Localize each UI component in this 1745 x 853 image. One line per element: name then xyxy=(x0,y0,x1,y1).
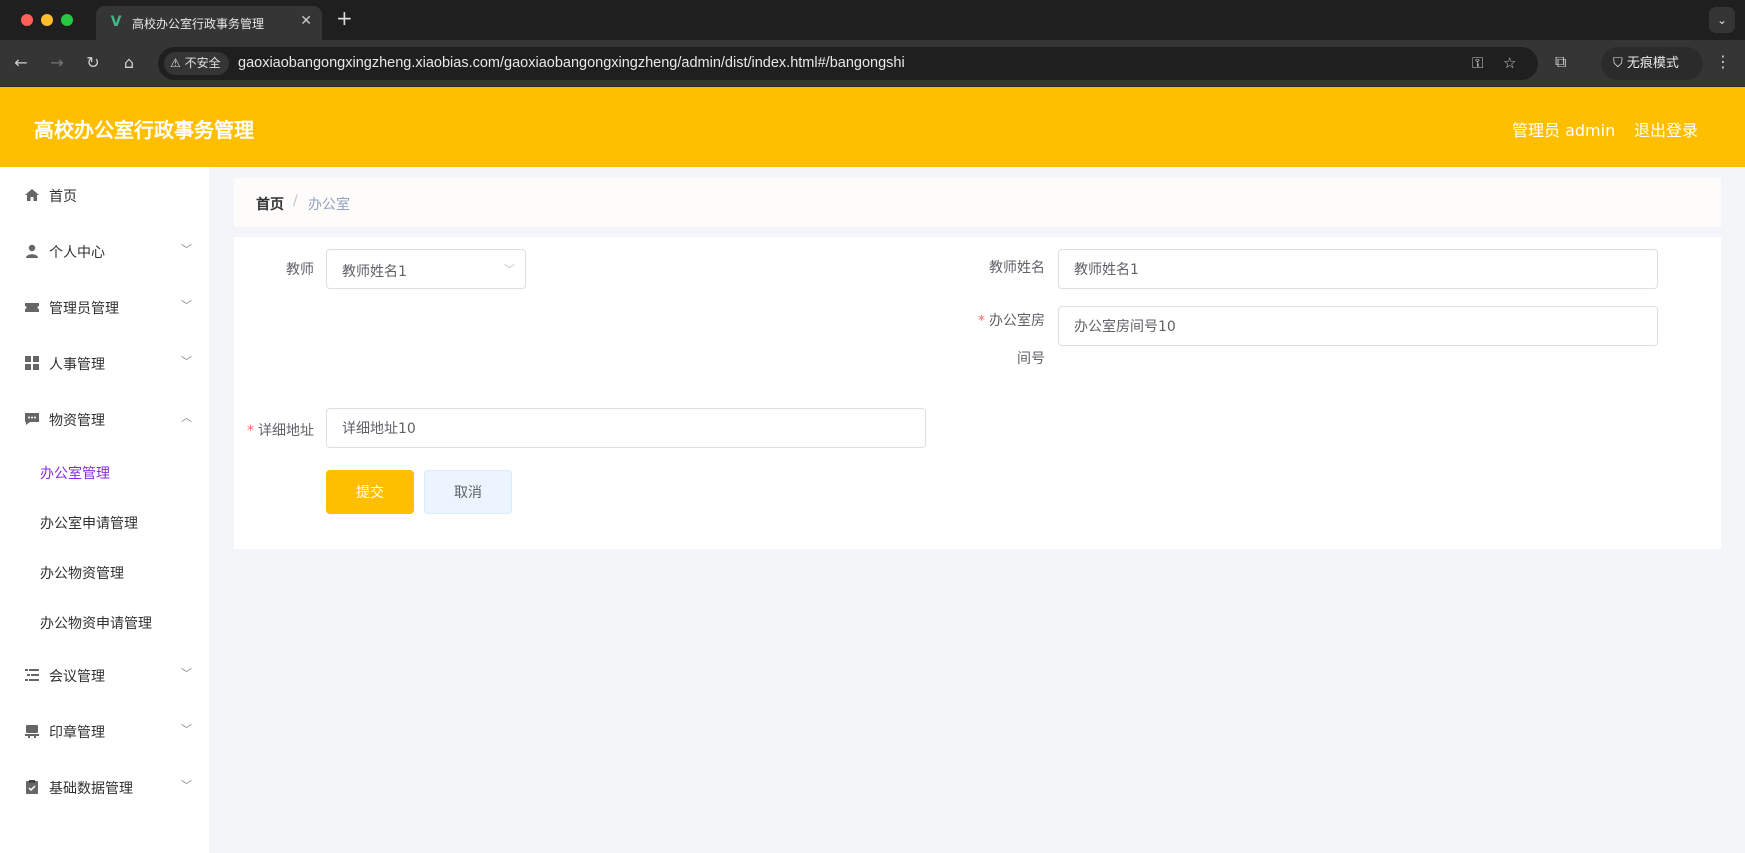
sidebar-item-label: 人事管理 xyxy=(49,357,105,373)
sidebar-subitem-label: 办公室申请管理 xyxy=(40,516,138,532)
teacher-name-label: 教师姓名 xyxy=(989,260,1045,276)
required-mark: * xyxy=(247,423,254,439)
new-tab-icon[interactable]: + xyxy=(336,8,353,28)
list-icon xyxy=(25,669,39,681)
sidebar-item-meeting-management[interactable]: 会议管理 ﹀ xyxy=(0,650,209,700)
user-icon xyxy=(26,244,38,258)
address-bar[interactable]: ⚠ 不安全 gaoxiaobangongxingzheng.xiaobias.c… xyxy=(158,47,1538,80)
address-field[interactable] xyxy=(326,408,926,448)
sidebar-item-home[interactable]: 首页 xyxy=(0,170,209,220)
sidebar-item-label: 管理员管理 xyxy=(49,301,119,317)
home-icon xyxy=(25,189,39,201)
sidebar-item-seal-management[interactable]: 印章管理 ﹀ xyxy=(0,706,209,756)
breadcrumb-home[interactable]: 首页 xyxy=(256,194,284,214)
incognito-icon: ⛉ xyxy=(1613,56,1623,71)
insecure-label: 不安全 xyxy=(184,56,221,70)
close-window-button[interactable] xyxy=(21,14,33,26)
breadcrumb: 首页 / 办公室 xyxy=(234,178,1721,227)
teacher-label: 教师 xyxy=(286,262,314,278)
sidebar-item-label: 印章管理 xyxy=(49,725,105,741)
breadcrumb-separator: / xyxy=(293,193,298,209)
current-user: 管理员 admin xyxy=(1512,121,1616,140)
clipboard-icon xyxy=(26,780,38,794)
vue-logo-icon: V xyxy=(110,14,122,30)
chat-icon xyxy=(25,413,39,425)
submit-button[interactable]: 提交 xyxy=(326,470,414,514)
bookmark-star-icon[interactable]: ☆ xyxy=(1503,54,1516,72)
teacher-select[interactable]: 教师姓名1 ﹀ xyxy=(326,249,526,289)
room-number-label-line1: 办公室房 xyxy=(989,313,1045,329)
sidebar-subitem-label: 办公物资申请管理 xyxy=(40,616,152,632)
teacher-select-value: 教师姓名1 xyxy=(342,264,407,280)
tab-title: 高校办公室行政事务管理 xyxy=(132,17,265,31)
url-text[interactable]: gaoxiaobangongxingzheng.xiaobias.com/gao… xyxy=(238,55,905,71)
home-browser-icon[interactable]: ⌂ xyxy=(118,52,140,74)
app-header: 高校办公室行政事务管理 管理员 admin 退出登录 xyxy=(0,87,1745,167)
sidebar-item-label: 会议管理 xyxy=(49,669,105,685)
sidebar-subitem-label: 办公物资管理 xyxy=(40,566,124,582)
sidebar-item-label: 个人中心 xyxy=(49,245,105,261)
security-indicator[interactable]: ⚠ 不安全 xyxy=(164,52,229,75)
sidebar-subitem-office-application[interactable]: 办公室申请管理 xyxy=(0,497,209,547)
browser-navbar: ← → ↻ ⌂ ⚠ 不安全 gaoxiaobangongxingzheng.xi… xyxy=(0,40,1745,87)
chevron-down-icon: ﹀ xyxy=(181,779,192,792)
app-title: 高校办公室行政事务管理 xyxy=(34,118,254,142)
chevron-down-icon: ﹀ xyxy=(181,723,192,736)
teacher-name-field[interactable] xyxy=(1058,249,1658,289)
sidebar-item-hr-management[interactable]: 人事管理 ﹀ xyxy=(0,338,209,388)
logout-button[interactable]: 退出登录 xyxy=(1634,117,1698,141)
office-form: 教师 教师姓名1 ﹀ 教师姓名 *办公室房 间号 *详细地址 提交 取消 xyxy=(234,237,1721,549)
sidebar-item-label: 基础数据管理 xyxy=(49,781,133,797)
room-number-label-line2: 间号 xyxy=(1017,351,1045,367)
reload-icon[interactable]: ↻ xyxy=(82,52,104,74)
back-icon[interactable]: ← xyxy=(10,52,32,74)
sidebar-item-supplies-management[interactable]: 物资管理 ︿ xyxy=(0,394,209,444)
close-tab-icon[interactable]: ✕ xyxy=(300,13,312,29)
cancel-button[interactable]: 取消 xyxy=(424,470,512,514)
sidebar-subitem-office-management[interactable]: 办公室管理 xyxy=(0,447,209,497)
maximize-window-button[interactable] xyxy=(61,14,73,26)
address-label: * 详细地址 xyxy=(247,420,314,440)
sidebar-item-label: 首页 xyxy=(49,189,77,205)
forward-icon[interactable]: → xyxy=(46,52,68,74)
breadcrumb-current: 办公室 xyxy=(308,197,350,213)
incognito-label: 无痕模式 xyxy=(1626,56,1679,71)
incognito-indicator[interactable]: ⛉ 无痕模式 xyxy=(1601,47,1703,80)
room-number-field[interactable] xyxy=(1058,306,1658,346)
sidebar-item-label: 物资管理 xyxy=(49,413,105,429)
sidebar-subitem-supplies-application[interactable]: 办公物资申请管理 xyxy=(0,597,209,647)
sidebar-item-basic-data-management[interactable]: 基础数据管理 ﹀ xyxy=(0,762,209,812)
browser-titlebar: V 高校办公室行政事务管理 ✕ + ⌄ xyxy=(0,0,1745,40)
minimize-window-button[interactable] xyxy=(41,14,53,26)
room-number-label: * 办公室房 xyxy=(978,310,1045,330)
chevron-down-icon: ﹀ xyxy=(181,355,192,368)
sidebar-subitem-label: 办公室管理 xyxy=(40,466,110,482)
grid-icon xyxy=(25,356,39,370)
sidebar-subitem-office-supplies[interactable]: 办公物资管理 xyxy=(0,547,209,597)
chevron-down-icon: ﹀ xyxy=(504,263,515,276)
tab-search-chevron-icon[interactable]: ⌄ xyxy=(1709,7,1735,33)
stamp-icon xyxy=(25,725,39,738)
password-key-icon[interactable]: ⚿ xyxy=(1472,54,1483,72)
extensions-icon[interactable]: ⧉ xyxy=(1555,52,1566,72)
sidebar-item-admin-management[interactable]: 管理员管理 ﹀ xyxy=(0,282,209,332)
sidebar: 首页 个人中心 ﹀ 管理员管理 ﹀ 人事管理 ﹀ 物资管理 ︿ 办公室管理 办公… xyxy=(0,167,209,853)
chevron-up-icon: ︿ xyxy=(181,411,192,424)
chevron-down-icon: ﹀ xyxy=(181,299,192,312)
required-mark: * xyxy=(978,313,985,329)
ticket-icon xyxy=(25,303,39,312)
browser-menu-icon[interactable]: ⋮ xyxy=(1715,52,1731,71)
chevron-down-icon: ﹀ xyxy=(181,243,192,256)
address-label-text: 详细地址 xyxy=(258,423,314,439)
browser-tab[interactable]: V 高校办公室行政事务管理 ✕ xyxy=(96,6,322,40)
sidebar-item-personal-center[interactable]: 个人中心 ﹀ xyxy=(0,226,209,276)
chevron-down-icon: ﹀ xyxy=(181,667,192,680)
